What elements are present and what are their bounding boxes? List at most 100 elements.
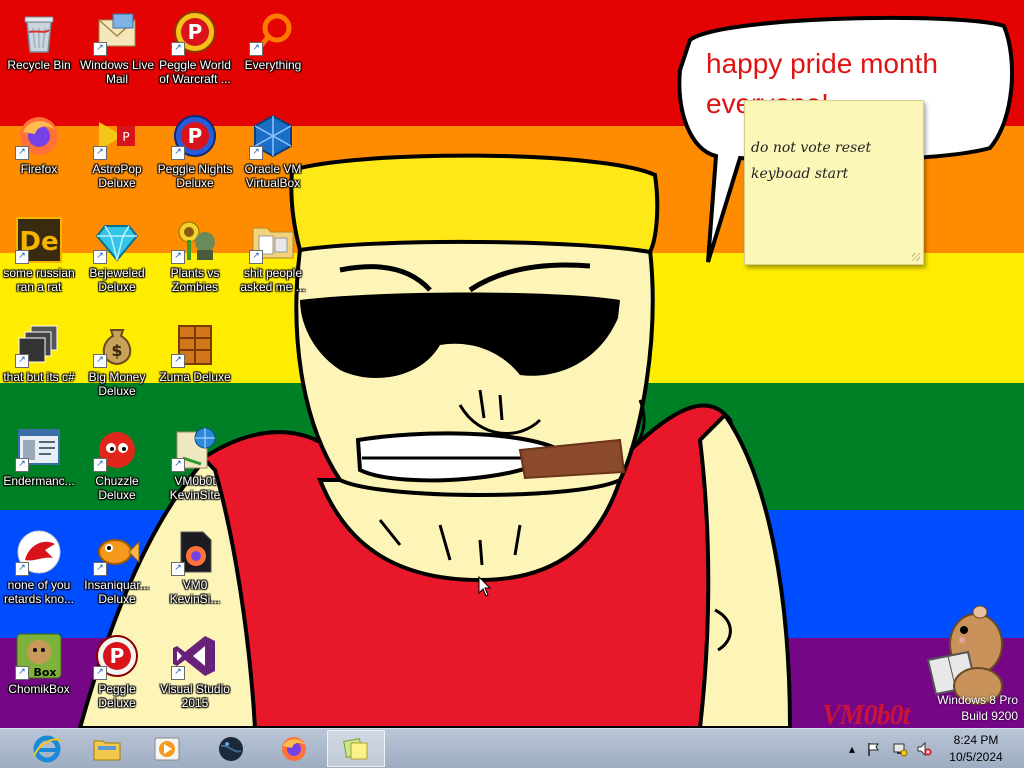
mail-icon: ↗ <box>93 8 141 56</box>
desktop-icon-plants-vs-zombies[interactable]: ↗ Plants vs Zombies <box>156 212 234 294</box>
desktop-icon-label: Big Money Deluxe <box>88 370 146 398</box>
sticky-note[interactable]: do not vote reset keyboad start <box>744 100 924 265</box>
desktop-icon-bejeweled[interactable]: ↗ Bejeweled Deluxe <box>78 212 156 294</box>
shortcut-arrow-icon: ↗ <box>15 666 29 680</box>
dark-globe-icon <box>219 736 243 761</box>
clock-date: 10/5/2024 <box>949 750 1003 764</box>
taskbar-dark-globe[interactable] <box>202 730 260 767</box>
de-icon: De ↗ <box>15 216 63 264</box>
desktop-icon-label: Plants vs Zombies <box>170 266 220 294</box>
desktop-icon-endermanc[interactable]: ↗ Endermanc... <box>0 420 78 488</box>
shortcut-arrow-icon: ↗ <box>93 354 107 368</box>
taskbar-firefox[interactable] <box>265 730 323 767</box>
desktop-icon-label: Peggle Nights Deluxe <box>157 162 233 190</box>
desktop-icon-label: that but its c# <box>3 370 75 384</box>
desktop-icon-zuma[interactable]: ↗ Zuma Deluxe <box>156 316 234 384</box>
taskbar-file-explorer[interactable] <box>78 730 136 767</box>
shortcut-arrow-icon: ↗ <box>249 42 263 56</box>
file-explorer-icon <box>93 740 121 760</box>
desktop-icon-windows-live-mail[interactable]: ↗ Windows Live Mail <box>78 4 156 86</box>
desktop-icon-label: Bejeweled Deluxe <box>89 266 145 294</box>
desktop-icon-label: ChomikBox <box>8 682 70 696</box>
shortcut-arrow-icon: ↗ <box>171 666 185 680</box>
firefox-icon: ↗ <box>15 112 63 160</box>
watermark-edition: Windows 8 Pro <box>937 693 1018 707</box>
zuma-icon: ↗ <box>171 320 219 368</box>
desktop-icon-everything[interactable]: ↗ Everything <box>234 4 312 72</box>
desktop-icon-people-asked-folder[interactable]: ↗ shit people asked me ... <box>234 212 312 294</box>
shortcut-arrow-icon: ↗ <box>15 250 29 264</box>
sticky-note-line-1[interactable]: do not vote reset <box>751 135 917 161</box>
desktop-icon-none-of-you[interactable]: ↗ none of you retards kno... <box>0 524 78 606</box>
desktop-icon-label: Windows Live Mail <box>79 58 155 86</box>
firefox-icon <box>282 736 306 761</box>
shortcut-arrow-icon: ↗ <box>15 458 29 472</box>
internet-explorer-icon <box>33 735 61 762</box>
show-hidden-icons-chevron[interactable]: ▴ <box>844 741 860 757</box>
windows-version-watermark: Windows 8 Pro Build 9200 <box>937 692 1018 724</box>
shortcut-arrow-icon: ↗ <box>93 42 107 56</box>
gem-icon: ↗ <box>93 216 141 264</box>
red-dragon-icon: ↗ <box>15 528 63 576</box>
desktop-icon-label: VM0b0t KevinSite <box>169 474 221 502</box>
desktop-icon-virtualbox[interactable]: ↗ Oracle VM VirtualBox <box>234 108 312 190</box>
shortcut-arrow-icon: ↗ <box>171 354 185 368</box>
peggle-icon: P ↗ <box>171 8 219 56</box>
astropop-icon: P ↗ <box>93 112 141 160</box>
desktop-icon-peggle-deluxe[interactable]: P ↗ Peggle Deluxe <box>78 628 156 710</box>
shortcut-arrow-icon: ↗ <box>171 562 185 576</box>
desktop-icon-insaniquarium[interactable]: ↗ Insaniquar... Deluxe <box>78 524 156 606</box>
windows-stack-icon: ↗ <box>15 320 63 368</box>
desktop-icon-peggle-wow[interactable]: P ↗ Peggle World of Warcraft ... <box>156 4 234 86</box>
desktop-icon-firefox[interactable]: ↗ Firefox <box>0 108 78 176</box>
desktop-icon-recycle-bin[interactable]: Recycle Bin <box>0 4 78 72</box>
web-globe-icon: ↗ <box>171 424 219 472</box>
shortcut-arrow-icon: ↗ <box>171 146 185 160</box>
desktop-icon-chuzzle[interactable]: ↗ Chuzzle Deluxe <box>78 420 156 502</box>
chuzzle-icon: ↗ <box>93 424 141 472</box>
desktop-icon-label: Oracle VM VirtualBox <box>244 162 302 190</box>
shortcut-arrow-icon: ↗ <box>93 458 107 472</box>
app-window-icon: ↗ <box>15 424 63 472</box>
desktop-icon-visual-studio[interactable]: ↗ Visual Studio 2015 <box>156 628 234 710</box>
desktop-icon-label: Peggle World of Warcraft ... <box>159 58 231 86</box>
desktop-icon-label: Zuma Deluxe <box>159 370 231 384</box>
desktop-icon-label: Everything <box>244 58 302 72</box>
chomikbox-icon: Box ↗ <box>15 632 63 680</box>
taskbar-internet-explorer[interactable] <box>18 730 76 767</box>
shortcut-arrow-icon: ↗ <box>93 666 107 680</box>
action-center-flag-icon[interactable] <box>866 741 882 757</box>
volume-muted-icon[interactable] <box>916 741 932 757</box>
desktop-icon-vm0b0t-kevinsite[interactable]: ↗ VM0b0t KevinSite <box>156 420 234 502</box>
plant-icon: ↗ <box>171 216 219 264</box>
taskbar-sticky-notes[interactable] <box>327 730 385 767</box>
speech-bubble-line-1: happy pride month <box>706 48 938 79</box>
desktop-icon-chomikbox[interactable]: Box ↗ ChomikBox <box>0 628 78 696</box>
taskbar-media-player[interactable] <box>138 730 196 767</box>
vm0b0t-signature: VM0b0t <box>822 700 910 728</box>
taskbar[interactable]: ▴ 8:24 PM 10/5/2024 <box>0 728 1024 768</box>
desktop-icon-label: Firefox <box>20 162 58 176</box>
sticky-note-line-2[interactable]: keyboad start <box>751 161 917 187</box>
desktop-icon-label: VM0 KevinSi... <box>169 578 221 606</box>
desktop[interactable]: happy pride month everyone! do not vote … <box>0 0 1024 728</box>
desktop-icon-that-but-its-csharp[interactable]: ↗ that but its c# <box>0 316 78 384</box>
network-icon[interactable] <box>892 741 908 757</box>
folder-icon: ↗ <box>249 216 297 264</box>
peggle-nights-icon: P ↗ <box>171 112 219 160</box>
recycle-bin-icon <box>15 8 63 56</box>
fish-icon: ↗ <box>93 528 141 576</box>
desktop-icon-label: some russian ran a rat <box>3 266 75 294</box>
desktop-icon-label: Chuzzle Deluxe <box>95 474 139 502</box>
system-clock[interactable]: 8:24 PM 10/5/2024 <box>944 732 1008 766</box>
desktop-icon-vm0-kevinsi[interactable]: ↗ VM0 KevinSi... <box>156 524 234 606</box>
desktop-icon-peggle-nights[interactable]: P ↗ Peggle Nights Deluxe <box>156 108 234 190</box>
desktop-icon-big-money[interactable]: $ ↗ Big Money Deluxe <box>78 316 156 398</box>
desktop-icon-astropop[interactable]: P ↗ AstroPop Deluxe <box>78 108 156 190</box>
desktop-icon-label: Insaniquar... Deluxe <box>84 578 150 606</box>
sticky-note-resize-grip[interactable] <box>912 253 920 261</box>
media-player-icon <box>154 737 180 760</box>
desktop-icon-label: Endermanc... <box>3 474 75 488</box>
desktop-icon-russian-rat[interactable]: De ↗ some russian ran a rat <box>0 212 78 294</box>
mouse-cursor-icon <box>478 576 492 597</box>
